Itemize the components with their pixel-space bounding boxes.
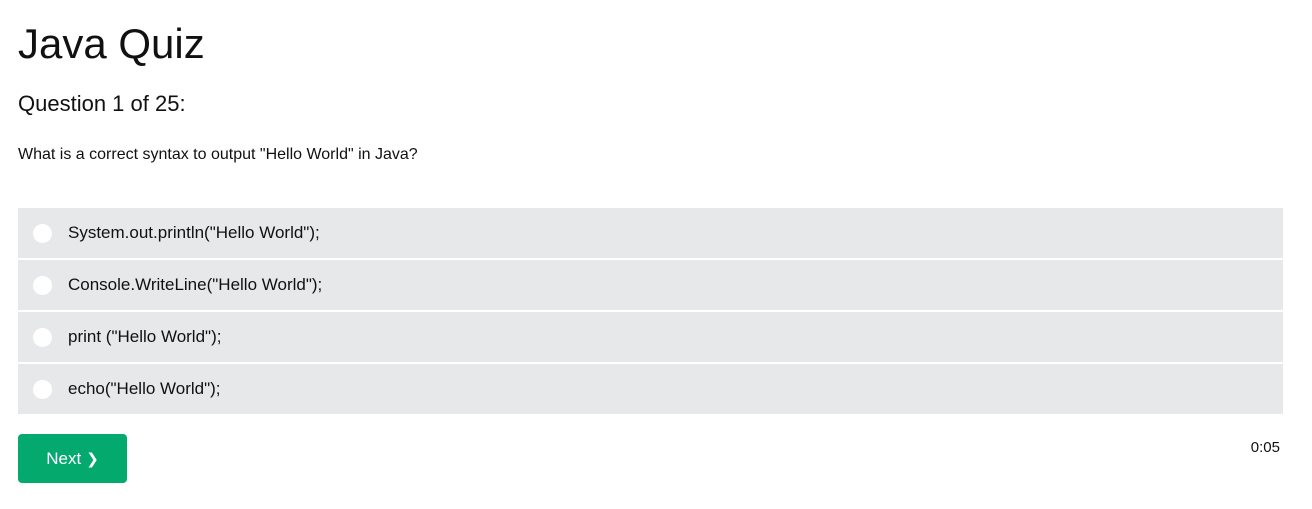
answer-option[interactable]: print ("Hello World"); <box>18 312 1283 364</box>
radio-button[interactable] <box>33 327 52 347</box>
chevron-right-icon: ❯ <box>86 450 99 468</box>
answer-option[interactable]: System.out.println("Hello World"); <box>18 208 1283 260</box>
page-title: Java Quiz <box>18 20 205 67</box>
next-button[interactable]: Next ❯ <box>18 434 127 483</box>
next-button-label: Next <box>46 448 82 468</box>
answer-option[interactable]: Console.WriteLine("Hello World"); <box>18 260 1283 312</box>
question-progress: Question 1 of 25: <box>18 91 186 116</box>
answer-options: System.out.println("Hello World"); Conso… <box>18 208 1283 414</box>
radio-button[interactable] <box>33 275 52 295</box>
answer-option-label: print ("Hello World"); <box>68 327 222 346</box>
answer-option-label: System.out.println("Hello World"); <box>68 223 320 242</box>
radio-button[interactable] <box>33 223 52 243</box>
question-text: What is a correct syntax to output "Hell… <box>18 146 418 163</box>
answer-option-label: Console.WriteLine("Hello World"); <box>68 275 323 294</box>
radio-button[interactable] <box>33 379 52 399</box>
answer-option-label: echo("Hello World"); <box>68 379 221 398</box>
answer-option[interactable]: echo("Hello World"); <box>18 364 1283 414</box>
quiz-page: Java Quiz Question 1 of 25: What is a co… <box>0 0 1312 509</box>
quiz-timer: 0:05 <box>1250 439 1280 456</box>
